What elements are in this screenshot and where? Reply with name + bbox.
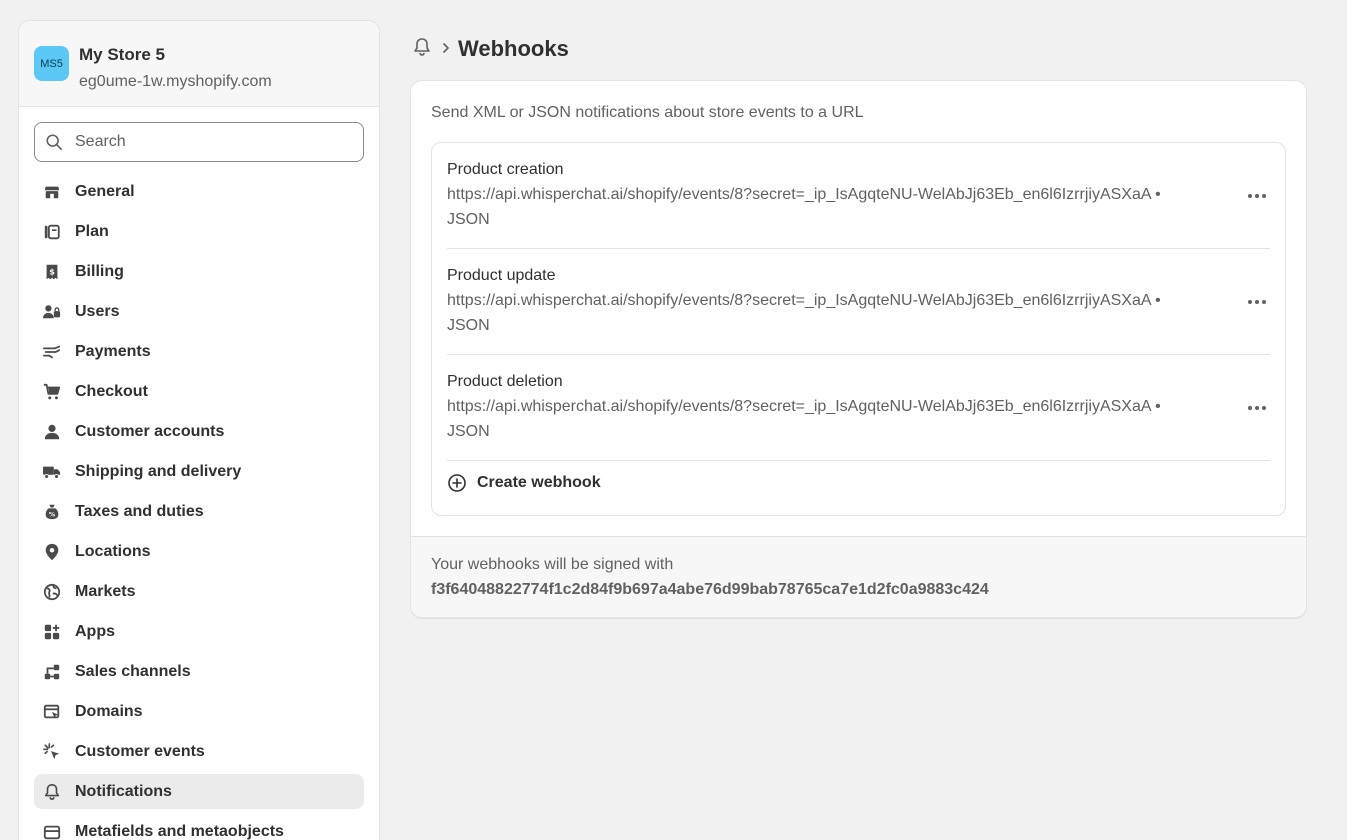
signature-section: Your webhooks will be signed with f3f640… <box>411 536 1306 617</box>
search-icon <box>46 134 63 151</box>
more-actions-button[interactable] <box>1244 287 1270 317</box>
search-input[interactable] <box>75 133 345 151</box>
sidebar-item-general[interactable]: General <box>34 174 364 209</box>
more-actions-button[interactable] <box>1244 181 1270 211</box>
webhook-url: https://api.whisperchat.ai/shopify/event… <box>447 292 1161 309</box>
ellipsis-icon <box>1248 300 1266 304</box>
create-webhook-label: Create webhook <box>477 474 601 491</box>
sidebar-item-label: Domains <box>75 702 143 720</box>
webhook-format: JSON <box>447 211 490 228</box>
sidebar-item-label: Metafields and metaobjects <box>75 822 284 840</box>
sidebar-item-locations[interactable]: Locations <box>34 534 364 569</box>
cursor-click-icon <box>42 742 62 762</box>
breadcrumb: Webhooks <box>412 34 569 64</box>
webhook-url: https://api.whisperchat.ai/shopify/event… <box>447 186 1161 203</box>
sidebar-item-label: Notifications <box>75 782 172 800</box>
users-icon <box>42 302 62 322</box>
plus-circle-icon <box>448 474 466 492</box>
sidebar-item-customer-events[interactable]: Customer events <box>34 734 364 769</box>
webhook-item[interactable]: Product deletion https://api.whisperchat… <box>447 355 1270 461</box>
sidebar-item-plan[interactable]: Plan <box>34 214 364 249</box>
store-header[interactable]: MS5 My Store 5 eg0ume-1w.myshopify.com <box>19 21 379 107</box>
sidebar-item-label: Customer accounts <box>75 422 225 440</box>
webhook-title: Product deletion <box>447 373 563 390</box>
bell-icon[interactable] <box>412 37 432 62</box>
sidebar-item-shipping[interactable]: Shipping and delivery <box>34 454 364 489</box>
ellipsis-icon <box>1248 406 1266 410</box>
webhook-format: JSON <box>447 423 490 440</box>
sidebar-item-label: Billing <box>75 262 124 280</box>
payments-icon <box>42 342 62 362</box>
bell-icon <box>42 782 62 802</box>
sidebar-item-domains[interactable]: Domains <box>34 694 364 729</box>
sidebar-item-markets[interactable]: Markets <box>34 574 364 609</box>
store-domain: eg0ume-1w.myshopify.com <box>79 73 272 90</box>
webhook-title: Product creation <box>447 161 564 178</box>
sidebar-item-billing[interactable]: $ Billing <box>34 254 364 289</box>
channels-icon <box>42 662 62 682</box>
store-avatar: MS5 <box>34 46 69 81</box>
sidebar-item-metafields[interactable]: Metafields and metaobjects <box>34 814 364 840</box>
sidebar-item-label: Shipping and delivery <box>75 462 242 480</box>
sidebar-item-label: Customer events <box>75 742 205 760</box>
webhook-title: Product update <box>447 267 556 284</box>
sidebar-item-sales-channels[interactable]: Sales channels <box>34 654 364 689</box>
sidebar-item-label: Users <box>75 302 120 320</box>
globe-icon <box>42 582 62 602</box>
svg-text:%: % <box>49 511 56 518</box>
location-icon <box>42 542 62 562</box>
person-icon <box>42 422 62 442</box>
sidebar-item-label: General <box>75 182 135 200</box>
sidebar-item-label: Locations <box>75 542 151 560</box>
more-actions-button[interactable] <box>1244 393 1270 423</box>
sidebar-item-label: Plan <box>75 222 109 240</box>
sidebar-item-notifications[interactable]: Notifications <box>34 774 364 809</box>
truck-icon <box>42 462 62 482</box>
sidebar-item-label: Apps <box>75 622 115 640</box>
billing-icon: $ <box>42 262 62 282</box>
sidebar-item-payments[interactable]: Payments <box>34 334 364 369</box>
webhook-format: JSON <box>447 317 490 334</box>
webhook-url: https://api.whisperchat.ai/shopify/event… <box>447 398 1161 415</box>
settings-sidebar: MS5 My Store 5 eg0ume-1w.myshopify.com G… <box>18 20 380 840</box>
signature-label: Your webhooks will be signed with <box>431 556 674 573</box>
settings-nav: General Plan $ Billing Users Payments Ch… <box>19 174 379 840</box>
metafields-icon <box>42 822 62 840</box>
webhooks-card: Send XML or JSON notifications about sto… <box>410 80 1307 618</box>
create-webhook-button[interactable]: Create webhook <box>447 473 601 493</box>
plan-icon <box>42 222 62 242</box>
webhook-item[interactable]: Product update https://api.whisperchat.a… <box>447 249 1270 355</box>
tax-icon: % <box>42 502 62 522</box>
webhooks-list: Product creation https://api.whisperchat… <box>431 142 1286 516</box>
ellipsis-icon <box>1248 194 1266 198</box>
sidebar-item-users[interactable]: Users <box>34 294 364 329</box>
webhooks-description: Send XML or JSON notifications about sto… <box>431 104 864 121</box>
chevron-right-icon <box>442 41 450 58</box>
sidebar-item-label: Payments <box>75 342 151 360</box>
sidebar-item-taxes[interactable]: % Taxes and duties <box>34 494 364 529</box>
apps-icon <box>42 622 62 642</box>
sidebar-item-label: Sales channels <box>75 662 191 680</box>
sidebar-item-label: Taxes and duties <box>75 502 204 520</box>
search-box[interactable] <box>34 122 364 162</box>
store-icon <box>42 182 62 202</box>
store-info: My Store 5 eg0ume-1w.myshopify.com <box>79 45 272 91</box>
sidebar-item-label: Checkout <box>75 382 148 400</box>
signature-key[interactable]: f3f64048822774f1c2d84f9b697a4abe76d99bab… <box>431 581 989 599</box>
sidebar-item-apps[interactable]: Apps <box>34 614 364 649</box>
sidebar-item-label: Markets <box>75 582 136 600</box>
page-title: Webhooks <box>458 36 569 61</box>
sidebar-item-checkout[interactable]: Checkout <box>34 374 364 409</box>
domains-icon <box>42 702 62 722</box>
webhook-item[interactable]: Product creation https://api.whisperchat… <box>447 143 1270 249</box>
cart-icon <box>42 382 62 402</box>
svg-text:$: $ <box>49 266 55 276</box>
store-name: My Store 5 <box>79 45 165 64</box>
sidebar-item-customer-accounts[interactable]: Customer accounts <box>34 414 364 449</box>
